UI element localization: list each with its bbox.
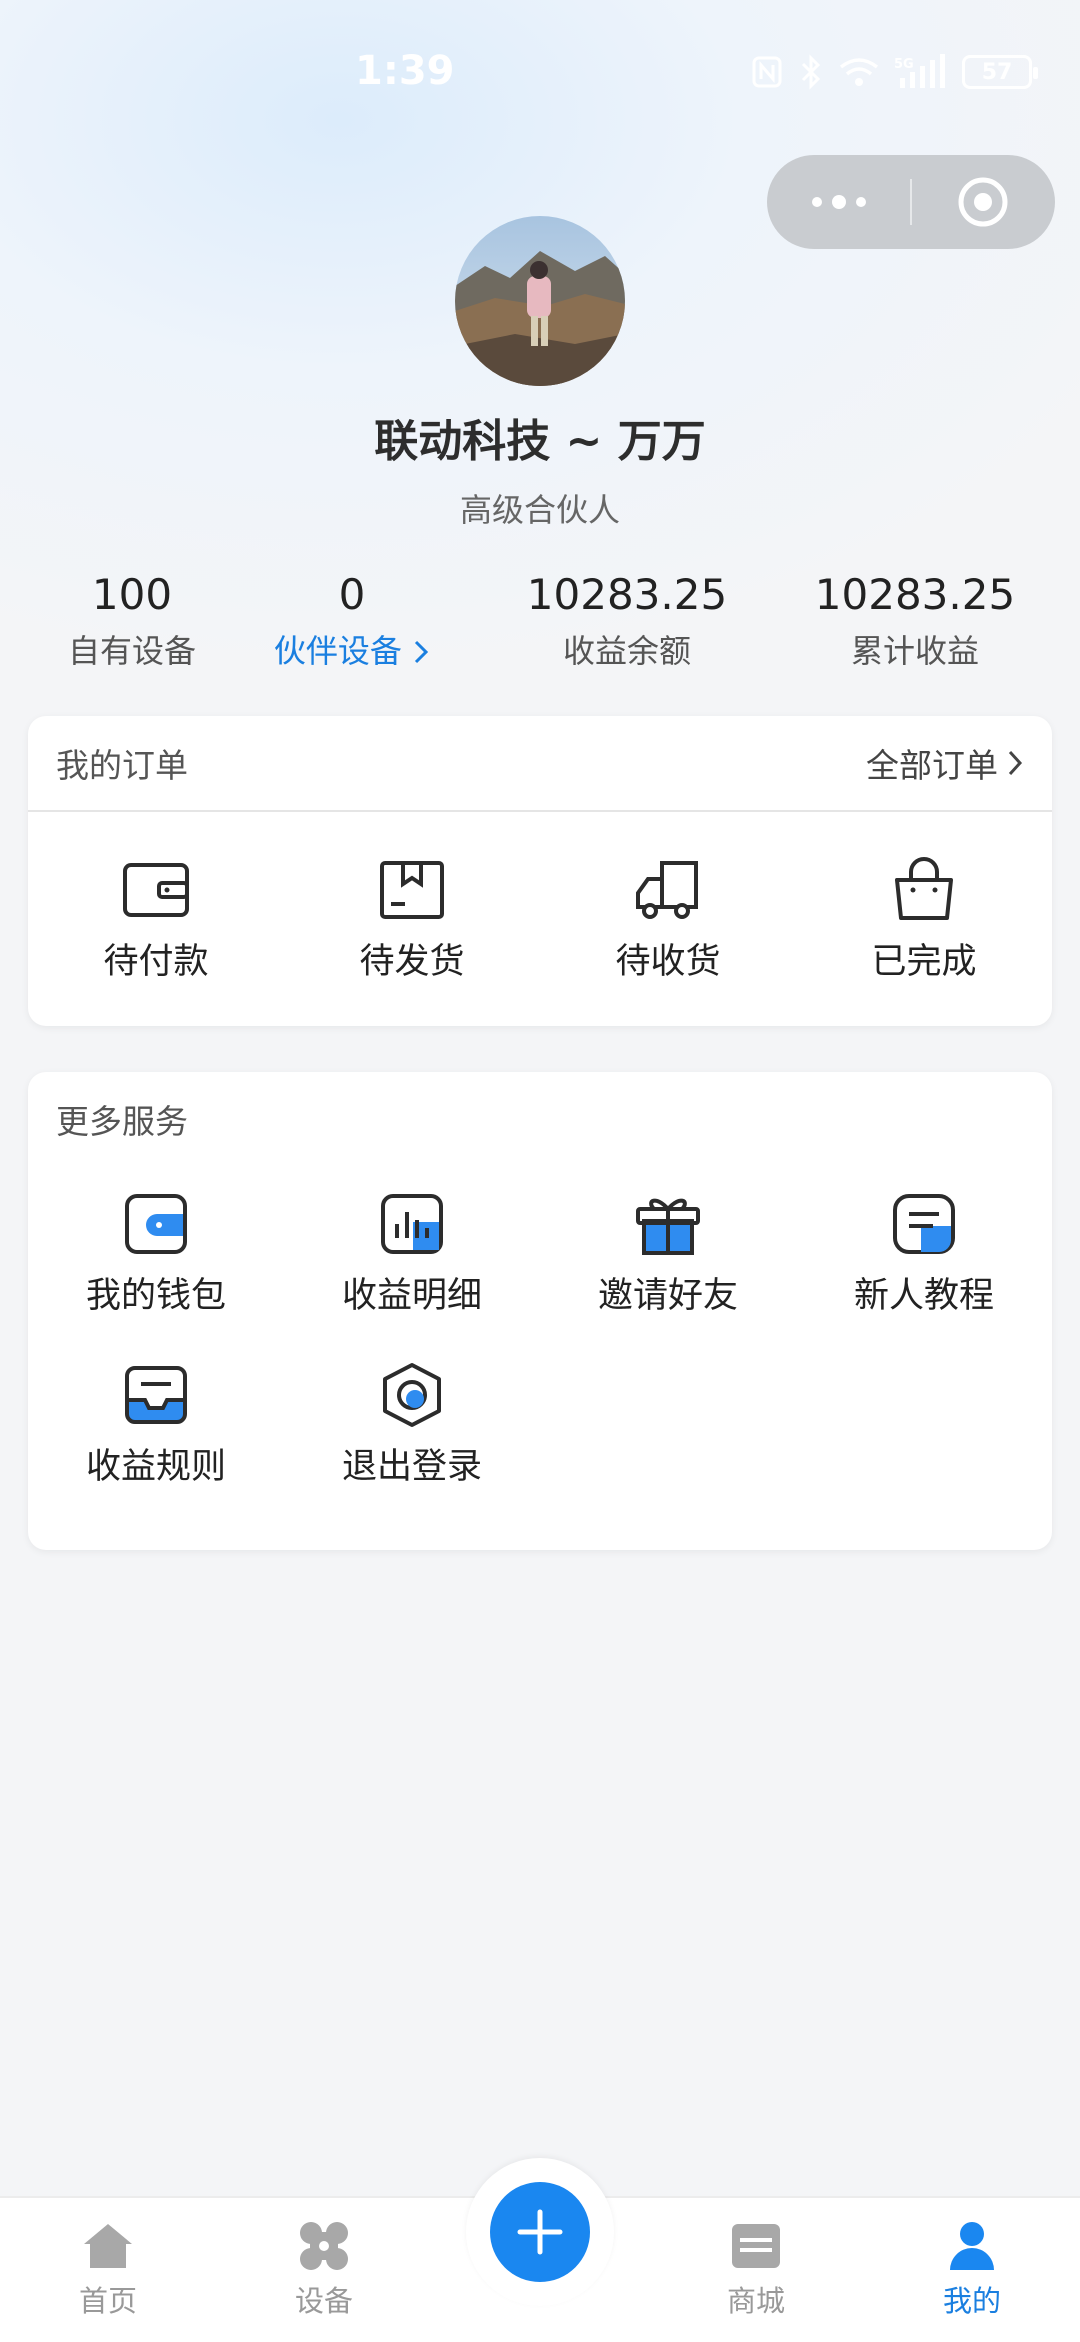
battery-level: 57 bbox=[981, 59, 1013, 85]
service-label: 收益规则 bbox=[85, 1446, 226, 1487]
bluetooth-icon bbox=[801, 54, 821, 90]
close-program-button[interactable] bbox=[911, 155, 1055, 249]
bar-chart-icon bbox=[381, 1193, 443, 1254]
nfc-icon bbox=[752, 56, 782, 88]
stat-value: 10283.25 bbox=[814, 570, 1016, 619]
order-label: 已完成 bbox=[871, 941, 977, 982]
tab-label: 首页 bbox=[78, 2284, 137, 2318]
chevron-right-icon bbox=[1008, 750, 1023, 776]
package-icon bbox=[380, 860, 444, 919]
status-bar: 1:39 5G 57 bbox=[0, 40, 1080, 120]
user-name: 联动科技 ~ 万万 bbox=[374, 416, 706, 467]
avatar-photo bbox=[455, 216, 625, 386]
devices-icon bbox=[300, 2222, 348, 2270]
order-pending-payment[interactable]: 待付款 bbox=[28, 833, 284, 1003]
stats-row: 100 自有设备 0 伙伴设备 10283.25 收益余额 10283.25 累… bbox=[0, 565, 1080, 685]
signal-5g-icon: 5G bbox=[894, 54, 945, 88]
services-card: 更多服务 我的钱包 收益明细 邀请好友 新人教程 收益规则 退出登录 bbox=[28, 1072, 1052, 1550]
battery-indicator: 57 bbox=[962, 55, 1038, 89]
tab-label: 商城 bbox=[726, 2284, 785, 2318]
store-icon bbox=[732, 2224, 780, 2268]
wifi-icon bbox=[839, 58, 879, 86]
service-logout[interactable]: 退出登录 bbox=[284, 1338, 540, 1508]
logout-icon bbox=[383, 1362, 441, 1427]
user-level: 高级合伙人 bbox=[459, 491, 620, 529]
service-label: 我的钱包 bbox=[85, 1275, 226, 1316]
tab-store[interactable]: 商城 bbox=[648, 2218, 864, 2320]
order-pending-shipment[interactable]: 待发货 bbox=[284, 833, 540, 1003]
status-icons: 5G 57 bbox=[750, 54, 1038, 90]
service-invite-friends[interactable]: 邀请好友 bbox=[540, 1166, 796, 1338]
stat-label: 收益余额 bbox=[562, 632, 691, 670]
service-label: 新人教程 bbox=[853, 1275, 994, 1316]
wallet-icon bbox=[125, 1193, 187, 1254]
truck-icon bbox=[636, 860, 698, 919]
orders-header: 我的订单 全部订单 bbox=[28, 716, 1052, 810]
service-label: 邀请好友 bbox=[597, 1275, 738, 1316]
home-icon bbox=[84, 2224, 132, 2268]
stat-value: 10283.25 bbox=[526, 570, 728, 619]
add-button[interactable] bbox=[490, 2182, 590, 2282]
tab-label: 设备 bbox=[294, 2284, 353, 2318]
stat-balance[interactable]: 10283.25 收益余额 bbox=[492, 565, 762, 677]
order-completed[interactable]: 已完成 bbox=[796, 833, 1052, 1003]
gift-icon bbox=[636, 1198, 700, 1255]
stat-label: 累计收益 bbox=[850, 632, 979, 670]
wallet-icon bbox=[123, 862, 189, 917]
all-orders-label: 全部订单 bbox=[866, 746, 998, 785]
tab-devices[interactable]: 设备 bbox=[216, 2218, 432, 2320]
service-income-details[interactable]: 收益明细 bbox=[284, 1166, 540, 1338]
order-label: 待收货 bbox=[615, 941, 721, 982]
order-pending-receipt[interactable]: 待收货 bbox=[540, 833, 796, 1003]
service-income-rules[interactable]: 收益规则 bbox=[28, 1338, 284, 1508]
shopping-bag-icon bbox=[895, 856, 953, 920]
services-grid: 我的钱包 收益明细 邀请好友 新人教程 收益规则 退出登录 bbox=[28, 1166, 1052, 1508]
stat-total-income[interactable]: 10283.25 累计收益 bbox=[780, 565, 1050, 677]
inbox-icon bbox=[125, 1365, 187, 1424]
services-header: 更多服务 bbox=[28, 1072, 1052, 1166]
target-close-icon bbox=[958, 177, 1008, 227]
stat-label: 伙伴设备 bbox=[273, 632, 402, 670]
service-newbie-tutorial[interactable]: 新人教程 bbox=[796, 1166, 1052, 1338]
orders-title: 我的订单 bbox=[56, 746, 188, 785]
status-time: 1:39 bbox=[355, 48, 455, 94]
partner-devices-link[interactable]: 伙伴设备 bbox=[217, 625, 487, 677]
service-label: 退出登录 bbox=[341, 1446, 482, 1487]
chevron-right-icon bbox=[415, 640, 429, 664]
service-label: 收益明细 bbox=[341, 1275, 482, 1316]
tab-home[interactable]: 首页 bbox=[0, 2218, 216, 2320]
plus-icon bbox=[517, 2209, 563, 2255]
more-menu-button[interactable] bbox=[767, 155, 911, 249]
mini-program-capsule bbox=[767, 155, 1055, 249]
avatar[interactable] bbox=[455, 216, 625, 386]
tab-label: 我的 bbox=[942, 2284, 1001, 2318]
all-orders-link[interactable]: 全部订单 bbox=[866, 739, 1024, 787]
orders-grid: 待付款 待发货 待收货 已完成 bbox=[28, 812, 1052, 1024]
more-dots-icon bbox=[812, 195, 866, 209]
tab-mine[interactable]: 我的 bbox=[864, 2218, 1080, 2320]
service-my-wallet[interactable]: 我的钱包 bbox=[28, 1166, 284, 1338]
order-label: 待发货 bbox=[359, 941, 465, 982]
stat-value: 0 bbox=[338, 570, 366, 619]
document-icon bbox=[893, 1193, 955, 1254]
capsule-divider bbox=[910, 179, 912, 225]
svg-text:5G: 5G bbox=[894, 57, 914, 72]
services-title: 更多服务 bbox=[56, 1102, 188, 1141]
stat-partner-devices[interactable]: 0 伙伴设备 bbox=[217, 565, 487, 677]
person-icon bbox=[950, 2222, 994, 2270]
orders-card: 我的订单 全部订单 待付款 待发货 待收货 已完成 bbox=[28, 716, 1052, 1026]
order-label: 待付款 bbox=[103, 941, 209, 982]
